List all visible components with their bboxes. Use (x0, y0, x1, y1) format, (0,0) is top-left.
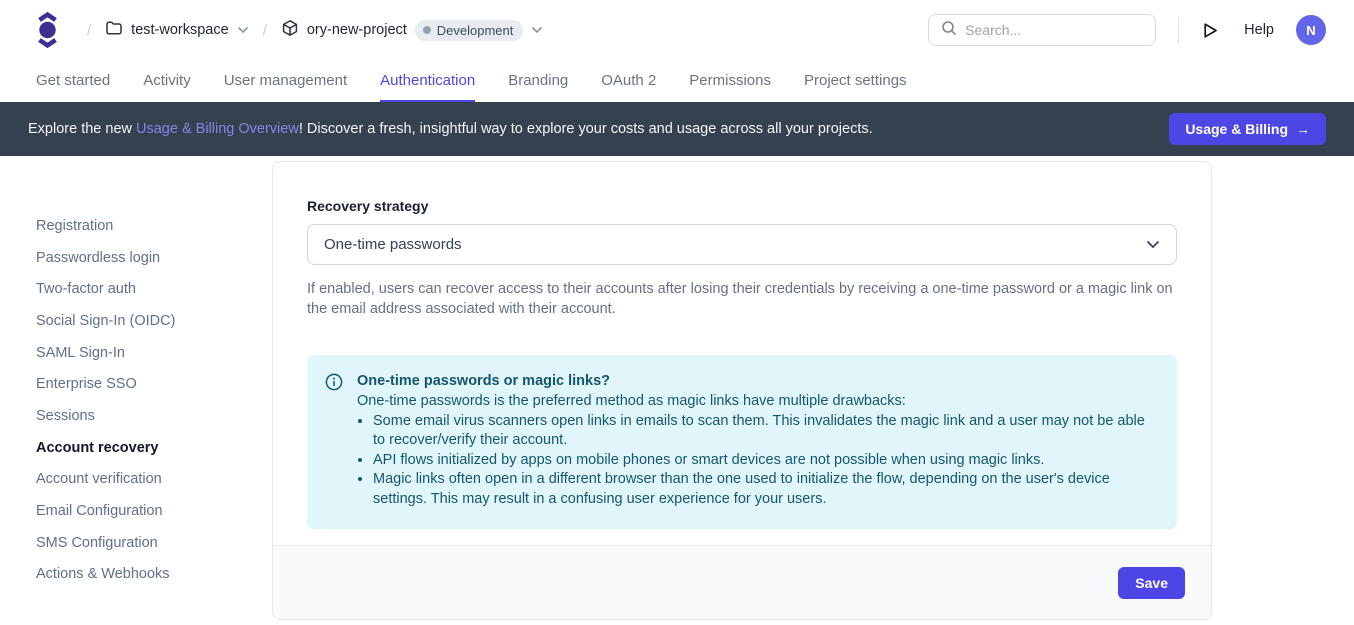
recovery-strategy-select[interactable]: One-time passwords (307, 224, 1177, 265)
nav-tab[interactable]: OAuth 2 (601, 60, 656, 102)
nav-tab-label: User management (224, 72, 347, 89)
sidebar-item-label: Passwordless login (36, 250, 160, 266)
sidebar-item-label: SMS Configuration (36, 535, 158, 551)
cube-icon (281, 19, 299, 42)
user-avatar[interactable]: N (1296, 15, 1326, 45)
nav-tab-label: Get started (36, 72, 110, 89)
info-bullet: API flows initialized by apps on mobile … (373, 451, 1157, 471)
sidebar-item[interactable]: Account verification (0, 464, 272, 496)
nav-tab[interactable]: Permissions (689, 60, 771, 102)
environment-badge: Development (415, 20, 524, 41)
search-icon (941, 20, 957, 41)
sidebar-item[interactable]: Enterprise SSO (0, 368, 272, 400)
search-box[interactable] (928, 14, 1156, 46)
sidebar-item[interactable]: Email Configuration (0, 495, 272, 527)
sidebar-item[interactable]: Social Sign-In (OIDC) (0, 305, 272, 337)
usage-billing-banner: Explore the new Usage & Billing Overview… (0, 102, 1354, 156)
sidebar-item[interactable]: Registration (0, 210, 272, 242)
project-name: ory-new-project (307, 22, 407, 38)
nav-tab[interactable]: Branding (508, 60, 568, 102)
nav-tab[interactable]: User management (224, 60, 347, 102)
arrow-right-icon: → (1296, 121, 1310, 137)
nav-tab[interactable]: Activity (143, 60, 191, 102)
sidebar-item-label: SAML Sign-In (36, 345, 125, 361)
chevron-down-icon (1146, 236, 1160, 254)
save-button[interactable]: Save (1118, 567, 1185, 599)
chevron-down-icon (237, 21, 249, 39)
recovery-strategy-label: Recovery strategy (307, 198, 1177, 214)
usage-billing-button-label: Usage & Billing (1185, 121, 1288, 137)
nav-tab-label: OAuth 2 (601, 72, 656, 89)
sidebar-item[interactable]: Sessions (0, 400, 272, 432)
sidebar-item[interactable]: Account recovery (0, 432, 272, 464)
sidebar-item[interactable]: Passwordless login (0, 242, 272, 274)
info-box-intro: One-time passwords is the preferred meth… (357, 392, 1157, 412)
sidebar-item-label: Enterprise SSO (36, 376, 137, 392)
breadcrumb-separator: / (249, 22, 281, 39)
nav-tab[interactable]: Get started (36, 60, 110, 102)
workspace-name: test-workspace (131, 22, 229, 38)
sidebar-item[interactable]: Two-factor auth (0, 273, 272, 305)
info-bullet: Magic links often open in a different br… (373, 470, 1157, 509)
nav-tab-label: Activity (143, 72, 191, 89)
sidebar-item-label: Registration (36, 218, 113, 234)
breadcrumb-separator: / (73, 22, 105, 39)
authentication-sidebar: Registration Passwordless login Two-fact… (0, 210, 272, 590)
nav-tab-label: Branding (508, 72, 568, 89)
sidebar-item-label: Sessions (36, 408, 95, 424)
recovery-strategy-description: If enabled, users can recover access to … (307, 279, 1177, 319)
sidebar-item[interactable]: SAML Sign-In (0, 337, 272, 369)
project-nav-tabs: Get started Activity User management Aut… (0, 60, 1354, 102)
sidebar-item-label: Account recovery (36, 440, 159, 456)
nav-tab[interactable]: Authentication (380, 60, 475, 102)
usage-billing-overview-link[interactable]: Usage & Billing Overview (136, 121, 299, 137)
nav-tab[interactable]: Project settings (804, 60, 907, 102)
search-input[interactable] (965, 22, 1143, 38)
topbar-divider (1178, 17, 1179, 43)
banner-text-after: ! Discover a fresh, insightful way to ex… (299, 121, 873, 137)
recovery-strategy-value: One-time passwords (324, 236, 1146, 253)
help-link[interactable]: Help (1244, 22, 1274, 38)
banner-text: Explore the new Usage & Billing Overview… (28, 121, 873, 137)
nav-tab-label: Authentication (380, 72, 475, 89)
workspace-switcher[interactable]: test-workspace (105, 19, 249, 42)
info-box: One-time passwords or magic links? One-t… (307, 355, 1177, 529)
info-icon (325, 373, 343, 509)
card-body: Recovery strategy One-time passwords If … (273, 162, 1211, 529)
chevron-down-icon (531, 21, 543, 39)
environment-label: Development (437, 23, 514, 38)
top-bar: / test-workspace / ory-new-project Devel… (0, 0, 1354, 60)
sidebar-item-label: Actions & Webhooks (36, 566, 170, 582)
info-box-title: One-time passwords or magic links? (357, 372, 1157, 392)
nav-tab-label: Project settings (804, 72, 907, 89)
sidebar-item-label: Account verification (36, 471, 162, 487)
project-switcher[interactable]: ory-new-project Development (281, 19, 544, 42)
play-icon[interactable] (1203, 22, 1218, 39)
sidebar-item-label: Social Sign-In (OIDC) (36, 313, 175, 329)
folder-icon (105, 19, 123, 42)
account-recovery-card: Recovery strategy One-time passwords If … (272, 161, 1212, 620)
usage-billing-button[interactable]: Usage & Billing → (1169, 113, 1326, 145)
environment-dot-icon (423, 26, 431, 34)
sidebar-item[interactable]: Actions & Webhooks (0, 559, 272, 591)
info-box-bullets: Some email virus scanners open links in … (357, 412, 1157, 510)
ory-logo-icon[interactable] (36, 12, 59, 48)
sidebar-item-label: Email Configuration (36, 503, 163, 519)
sidebar-item[interactable]: SMS Configuration (0, 527, 272, 559)
info-box-content: One-time passwords or magic links? One-t… (357, 372, 1157, 509)
card-footer: Save (273, 545, 1211, 619)
sidebar-item-label: Two-factor auth (36, 281, 136, 297)
nav-tab-label: Permissions (689, 72, 771, 89)
banner-text-before: Explore the new (28, 121, 136, 137)
info-bullet: Some email virus scanners open links in … (373, 412, 1157, 451)
